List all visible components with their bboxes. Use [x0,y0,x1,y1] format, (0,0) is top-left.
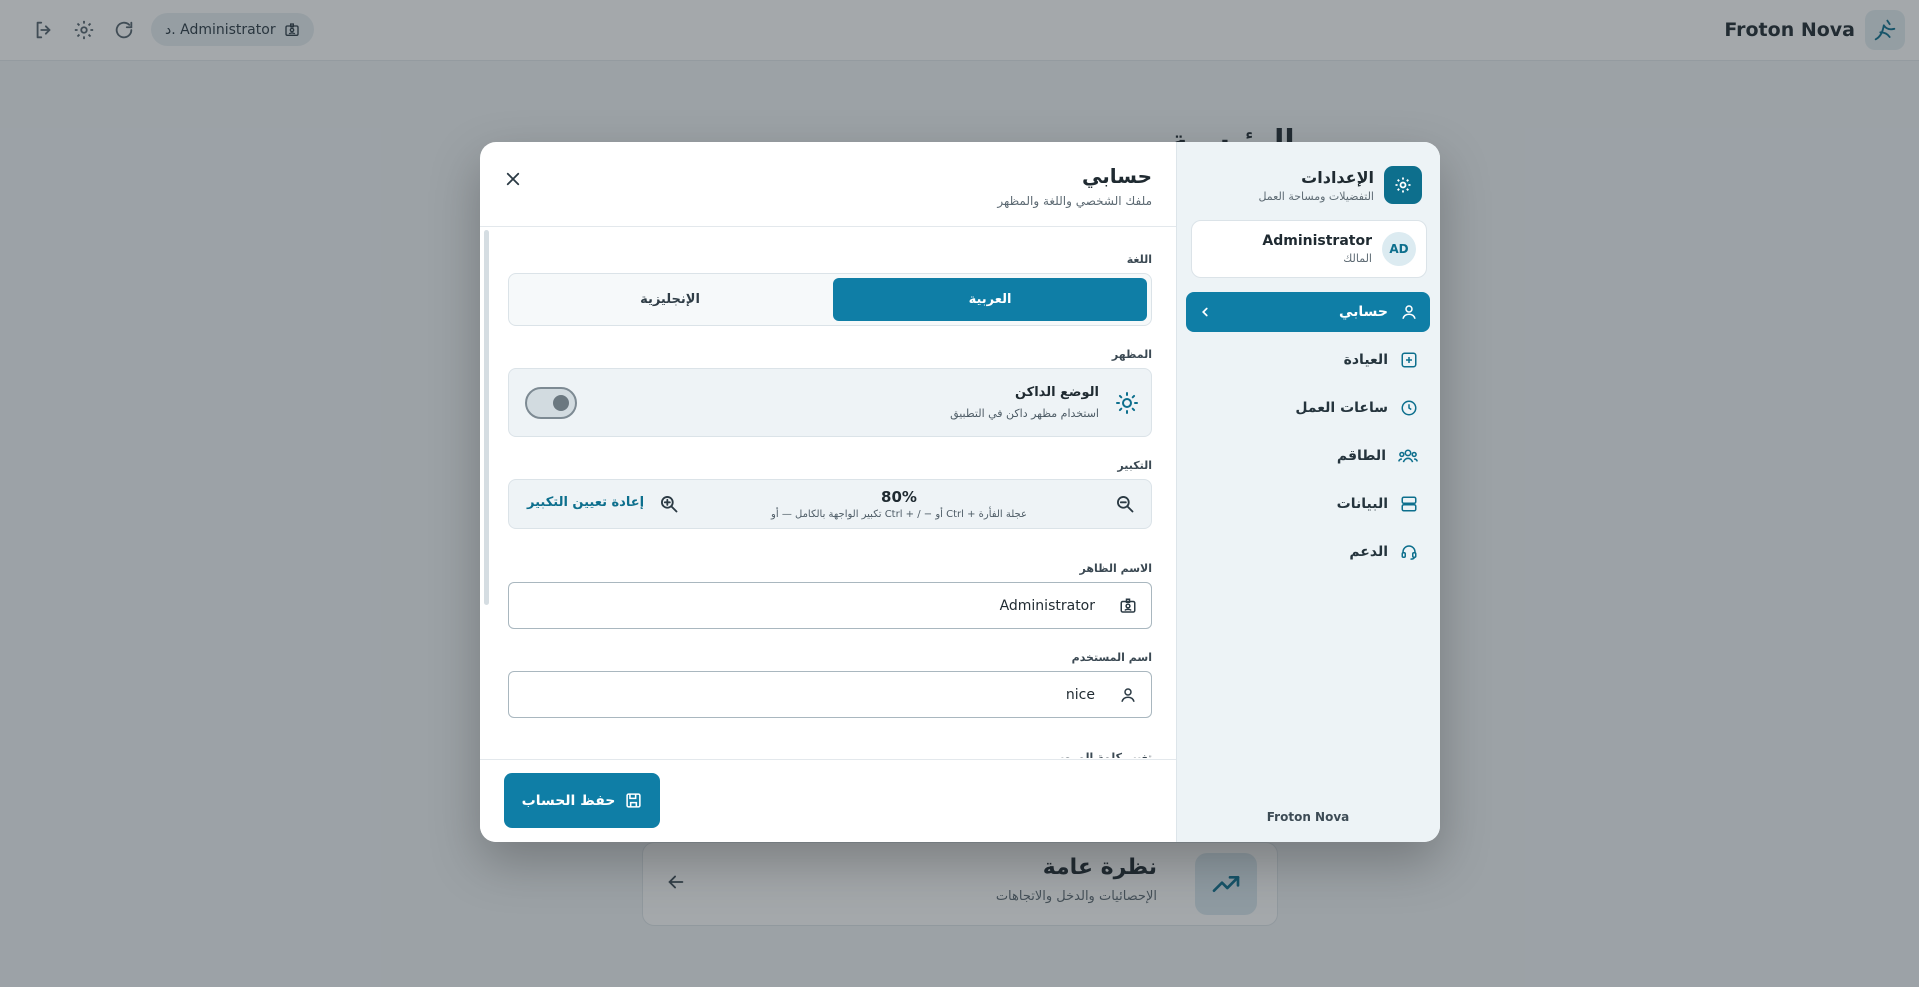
profile-card: AD Administrator المالك [1191,220,1427,278]
profile-name: Administrator [1262,233,1372,249]
avatar: AD [1382,232,1416,266]
language-option-arabic[interactable]: العربية [833,278,1147,321]
sidebar-item-label: الطاقم [1336,448,1386,464]
sidebar-item-label: ساعات العمل [1295,400,1388,416]
display-name-label: الاسم الظاهر [1079,562,1152,575]
username-input[interactable] [519,678,1095,711]
chevron-left-icon [1202,307,1208,317]
panel-footer: حفظ الحساب [480,759,1176,842]
settings-title: الإعدادات [1301,167,1374,187]
close-button[interactable] [500,166,526,192]
dark-mode-card: الوضع الداكن استخدام مظهر داكن في التطبي… [508,368,1152,437]
toggle-knob [553,395,569,411]
sidebar-item-label: العيادة [1343,352,1388,368]
zoom-in-icon [661,496,678,513]
user-icon [1402,305,1416,319]
language-option-english[interactable]: الإنجليزية [513,278,827,321]
save-account-button[interactable]: حفظ الحساب [504,773,660,828]
sidebar-footer: Froton Nova [1266,810,1350,824]
close-icon [506,172,520,186]
language-label: اللغة [1126,253,1152,266]
language-selector: العربية الإنجليزية [508,273,1152,326]
account-panel: حسابي ملفك الشخصي واللغة والمظهر اللغة ا… [480,142,1176,842]
display-name-field [508,582,1152,629]
reset-zoom-button[interactable]: إعادة تعيين التكبير [527,495,644,510]
dark-mode-title: الوضع الداكن [1014,385,1099,400]
user-icon [1119,686,1137,708]
plus-square-icon [1401,352,1417,368]
settings-subtitle: التفضيلات ومساحة العمل [1258,189,1374,203]
sidebar-item-working-hours[interactable]: ساعات العمل [1186,388,1430,428]
dark-mode-subtitle: استخدام مظهر داكن في التطبيق [950,407,1099,420]
settings-header: الإعدادات التفضيلات ومساحة العمل [1258,166,1422,204]
sidebar-item-support[interactable]: الدعم [1186,532,1430,572]
clock-icon [1401,400,1417,416]
settings-nav: حسابي العيادة ساعات العمل الطاقم البيانا… [1186,292,1430,580]
zoom-in-button[interactable] [659,494,679,518]
username-field [508,671,1152,718]
appearance-label: المظهر [1111,348,1152,361]
settings-dialog: الإعدادات التفضيلات ومساحة العمل AD Admi… [480,142,1440,842]
database-icon [1401,496,1417,512]
profile-role: المالك [1343,252,1372,265]
zoom-hint: تكبير الواجهة بالكامل — أو Ctrl + / − أو… [771,509,1027,520]
panel-header: حسابي ملفك الشخصي واللغة والمظهر [480,142,1176,227]
settings-gear-icon [1384,166,1422,204]
sidebar-item-label: الدعم [1349,544,1388,560]
zoom-card: 80% تكبير الواجهة بالكامل — أو Ctrl + / … [508,479,1152,529]
sidebar-item-staff[interactable]: الطاقم [1186,436,1430,476]
sidebar-item-label: البيانات [1336,496,1388,512]
display-name-input[interactable] [519,589,1095,622]
save-icon [626,793,642,808]
save-account-label: حفظ الحساب [521,792,616,809]
panel-subtitle: ملفك الشخصي واللغة والمظهر [997,194,1152,208]
zoom-label: التكبير [1117,459,1152,472]
sun-icon [1115,391,1139,419]
panel-title: حسابي [1081,164,1152,188]
username-label: اسم المستخدم [1071,651,1152,664]
headset-icon [1401,545,1417,560]
next-section-label: تغيير كلمة المرور [1057,751,1152,758]
scrollbar[interactable] [484,230,489,605]
sidebar-item-label: حسابي [1338,304,1388,320]
id-card-icon [1119,597,1137,619]
sidebar-item-account[interactable]: حسابي [1186,292,1430,332]
dark-mode-toggle[interactable] [525,387,577,419]
sidebar-item-clinic[interactable]: العيادة [1186,340,1430,380]
team-icon [1398,449,1418,463]
